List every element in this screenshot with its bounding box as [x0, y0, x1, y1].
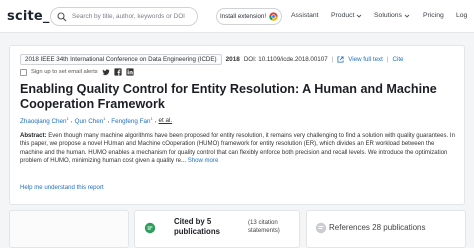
search-icon [57, 11, 67, 21]
email-alert-checkbox[interactable] [20, 68, 27, 76]
abstract: Abstract: Even though many machine algor… [20, 132, 458, 165]
nav-login[interactable]: Log [456, 12, 467, 19]
abstract-text: Even though many machine algorithms have… [20, 133, 455, 164]
search-input[interactable] [72, 13, 192, 20]
install-extension-button[interactable]: Install extension! [216, 8, 282, 25]
venue-chip[interactable]: 2018 IEEE 34th International Conference … [20, 54, 222, 65]
cited-by-count: Cited by 5 publications [174, 217, 220, 236]
chevron-down-icon [357, 14, 362, 18]
separator: , [107, 117, 110, 125]
paper-title: Enabling Quality Control for Entity Reso… [20, 82, 437, 111]
nav-assistant[interactable]: Assistant [291, 12, 319, 19]
install-extension-label: Install extension! [219, 13, 267, 20]
references-count: References 28 publications [329, 223, 426, 232]
abstract-label: Abstract: [20, 133, 47, 139]
paper-card: 2018 IEEE 34th International Conference … [9, 45, 465, 205]
external-link-icon [337, 56, 344, 63]
nav-solutions[interactable]: Solutions [374, 12, 410, 19]
nav-solutions-label: Solutions [374, 12, 402, 19]
doi-text[interactable]: DOI: 10.1109/icde.2018.00107 [244, 56, 328, 63]
separator: , [154, 117, 157, 125]
nav-product[interactable]: Product [331, 12, 362, 19]
twitter-icon[interactable] [102, 68, 110, 76]
references-panel[interactable]: References 28 publications [306, 210, 466, 248]
nav-product-label: Product [331, 12, 355, 19]
nav-pricing[interactable]: Pricing [423, 12, 444, 19]
cited-by-panel[interactable]: Cited by 5 publications (13 citation sta… [134, 210, 300, 248]
linkedin-icon[interactable] [126, 68, 134, 76]
email-alert-label[interactable]: Sign up to set email alerts [31, 69, 98, 75]
et-al-link[interactable]: et al. [158, 117, 172, 124]
scite-logo[interactable]: scite_ [7, 9, 50, 24]
chrome-icon [269, 12, 278, 21]
author-link[interactable]: Zhaoqiang Chen1 [20, 116, 69, 125]
citation-bubble-icon [144, 222, 156, 234]
alert-row: Sign up to set email alerts [20, 68, 134, 76]
facebook-icon[interactable] [114, 68, 122, 76]
author-link[interactable]: Qun Chen1 [75, 116, 106, 125]
chevron-down-icon [404, 14, 410, 18]
citation-statements-count: (13 citation statements) [248, 219, 280, 234]
publication-year: 2018 [225, 56, 240, 63]
view-full-text-link[interactable]: View full text [348, 56, 383, 63]
nav-pricing-label: Pricing [423, 12, 444, 19]
search-box[interactable] [50, 7, 198, 26]
author-list: Zhaoqiang Chen1, Qun Chen1, Fengfeng Fan… [20, 116, 172, 125]
help-understand-link[interactable]: Help me understand this report [20, 184, 104, 191]
side-panel [9, 210, 129, 248]
show-more-link[interactable]: Show more [188, 158, 219, 164]
nav-assistant-label: Assistant [291, 12, 319, 19]
references-icon [315, 222, 327, 234]
cite-link[interactable]: Cite [392, 56, 403, 63]
author-link[interactable]: Fengfeng Fan1 [111, 116, 152, 125]
top-navigation-bar: scite_ Install extension! Assistant Prod… [0, 0, 474, 33]
paper-meta-row: 2018 IEEE 34th International Conference … [20, 54, 404, 65]
separator: | [386, 56, 389, 63]
separator: , [70, 117, 73, 125]
nav-login-label: Log [456, 12, 468, 19]
separator: | [331, 56, 334, 63]
